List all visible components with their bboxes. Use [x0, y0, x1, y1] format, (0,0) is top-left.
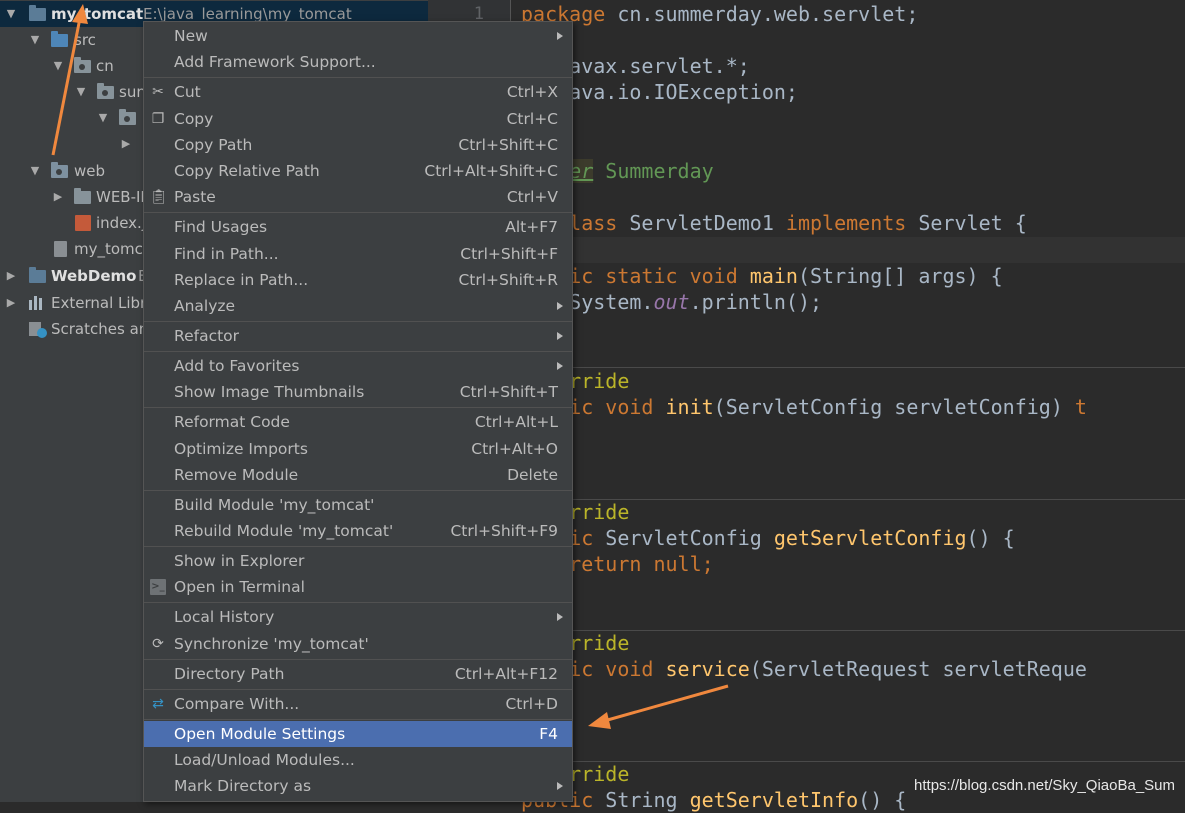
menu-separator [144, 77, 572, 78]
code-line: public void init(ServletConfig servletCo… [521, 395, 1087, 419]
menu-item-open-module-settings[interactable]: Open Module Settings F4 [144, 721, 572, 747]
menu-item-cut[interactable]: ✂ Cut Ctrl+X [144, 79, 572, 105]
menu-item-analyze[interactable]: Analyze [144, 293, 572, 319]
menu-separator [144, 602, 572, 603]
code-line: ic class ServletDemo1 implements Servlet… [521, 211, 1027, 235]
package-folder-icon [119, 109, 136, 125]
menu-item-find-usages[interactable]: Find Usages Alt+F7 [144, 214, 572, 240]
context-menu: New Add Framework Support... ✂ Cut Ctrl+X … [143, 21, 573, 802]
module-file-icon [54, 241, 67, 257]
menu-item-copy-relative-path[interactable]: Copy Relative Path Ctrl+Alt+Shift+C [144, 158, 572, 184]
tree-item-label: Scratches an [51, 320, 149, 338]
menu-item-copy[interactable]: ❐ Copy Ctrl+C [144, 106, 572, 132]
tree-item-label: index.j [96, 214, 146, 232]
package-folder-icon [74, 57, 91, 73]
tree-item-label: web [74, 162, 106, 180]
menu-separator [144, 719, 572, 720]
menu-item-synchronize[interactable]: ⟳ Synchronize 'my_tomcat' [144, 631, 572, 657]
menu-item-new[interactable]: New [144, 23, 572, 49]
compare-icon: ⇄ [152, 696, 164, 712]
code-line: public static void main(String[] args) { [521, 264, 1003, 288]
code-line: package cn.summerday.web.servlet; [521, 2, 919, 26]
expand-arrow-icon[interactable]: ▼ [51, 53, 65, 79]
folder-icon [74, 188, 91, 204]
expand-arrow-icon[interactable]: ▼ [28, 158, 42, 184]
tree-item-label: src [74, 31, 96, 49]
collapse-arrow-icon[interactable]: ▶ [4, 290, 18, 316]
menu-separator [144, 212, 572, 213]
menu-item-find-in-path[interactable]: Find in Path... Ctrl+Shift+F [144, 241, 572, 267]
menu-separator [144, 490, 572, 491]
submenu-arrow-icon [557, 302, 563, 310]
menu-item-copy-path[interactable]: Copy Path Ctrl+Shift+C [144, 132, 572, 158]
clipboard-icon: 📋︎ [150, 189, 168, 205]
menu-item-replace-in-path[interactable]: Replace in Path... Ctrl+Shift+R [144, 267, 572, 293]
module-folder-icon [29, 267, 46, 283]
menu-item-optimize-imports[interactable]: Optimize Imports Ctrl+Alt+O [144, 436, 572, 462]
menu-item-compare-with[interactable]: ⇄ Compare With... Ctrl+D [144, 691, 572, 717]
collapse-arrow-icon[interactable]: ▶ [119, 131, 133, 157]
watermark: https://blog.csdn.net/Sky_QiaoBa_Sum [914, 777, 1175, 794]
submenu-arrow-icon [557, 362, 563, 370]
menu-separator [144, 407, 572, 408]
menu-item-add-framework-support[interactable]: Add Framework Support... [144, 49, 572, 75]
code-line: public void service(ServletRequest servl… [521, 657, 1087, 681]
menu-item-local-history[interactable]: Local History [144, 604, 572, 630]
tree-item-label: sun [119, 83, 146, 101]
expand-arrow-icon[interactable]: ▼ [28, 27, 42, 53]
submenu-arrow-icon [557, 613, 563, 621]
menu-item-remove-module[interactable]: Remove Module Delete [144, 462, 572, 488]
menu-item-rebuild-module[interactable]: Rebuild Module 'my_tomcat' Ctrl+Shift+F9 [144, 518, 572, 544]
tree-item-label: WebDemo [51, 267, 137, 285]
copy-icon: ❐ [151, 111, 165, 127]
code-line: public String getServletInfo() { [521, 788, 907, 812]
module-folder-icon [29, 5, 46, 21]
expand-arrow-icon[interactable]: ▼ [96, 105, 110, 131]
menu-item-refactor[interactable]: Refactor [144, 323, 572, 349]
submenu-arrow-icon [557, 332, 563, 340]
menu-item-build-module[interactable]: Build Module 'my_tomcat' [144, 492, 572, 518]
submenu-arrow-icon [557, 782, 563, 790]
submenu-arrow-icon [557, 32, 563, 40]
package-folder-icon [97, 83, 114, 99]
tree-item-label: External Libra [51, 294, 156, 312]
sync-icon: ⟳ [152, 636, 164, 652]
menu-item-mark-directory-as[interactable]: Mark Directory as [144, 773, 572, 799]
tree-item-label: my_tomca [74, 240, 153, 258]
scissors-icon: ✂ [152, 84, 164, 100]
expand-arrow-icon[interactable]: ▼ [74, 79, 88, 105]
collapse-arrow-icon[interactable]: ▶ [51, 184, 65, 210]
menu-item-open-in-terminal[interactable]: >_ Open in Terminal [144, 574, 572, 600]
code-line: public ServletConfig getServletConfig() … [521, 526, 1015, 550]
scratches-icon [29, 322, 47, 338]
expand-arrow-icon[interactable]: ▼ [4, 1, 18, 27]
libraries-icon [29, 296, 45, 310]
source-folder-icon [51, 31, 68, 47]
menu-separator [144, 351, 572, 352]
menu-item-load-unload-modules[interactable]: Load/Unload Modules... [144, 747, 572, 773]
menu-separator [144, 546, 572, 547]
tree-item-label: cn [96, 57, 114, 75]
menu-item-add-to-favorites[interactable]: Add to Favorites [144, 353, 572, 379]
menu-item-show-image-thumbnails[interactable]: Show Image Thumbnails Ctrl+Shift+T [144, 379, 572, 405]
menu-item-directory-path[interactable]: Directory Path Ctrl+Alt+F12 [144, 661, 572, 687]
code-editor[interactable]: package cn.summerday.web.servlet; rt jav… [511, 0, 1185, 812]
tree-item-label: my_tomcat [51, 5, 144, 23]
collapse-arrow-icon[interactable]: ▶ [4, 263, 18, 289]
menu-separator [144, 689, 572, 690]
menu-item-show-in-explorer[interactable]: Show in Explorer [144, 548, 572, 574]
current-line-highlight [511, 237, 1185, 263]
menu-separator [144, 321, 572, 322]
menu-item-paste[interactable]: 📋︎ Paste Ctrl+V [144, 184, 572, 210]
menu-separator [144, 659, 572, 660]
terminal-icon: >_ [150, 579, 166, 595]
jsp-file-icon [75, 215, 91, 231]
menu-item-reformat-code[interactable]: Reformat Code Ctrl+Alt+L [144, 409, 572, 435]
web-folder-icon [51, 162, 68, 178]
